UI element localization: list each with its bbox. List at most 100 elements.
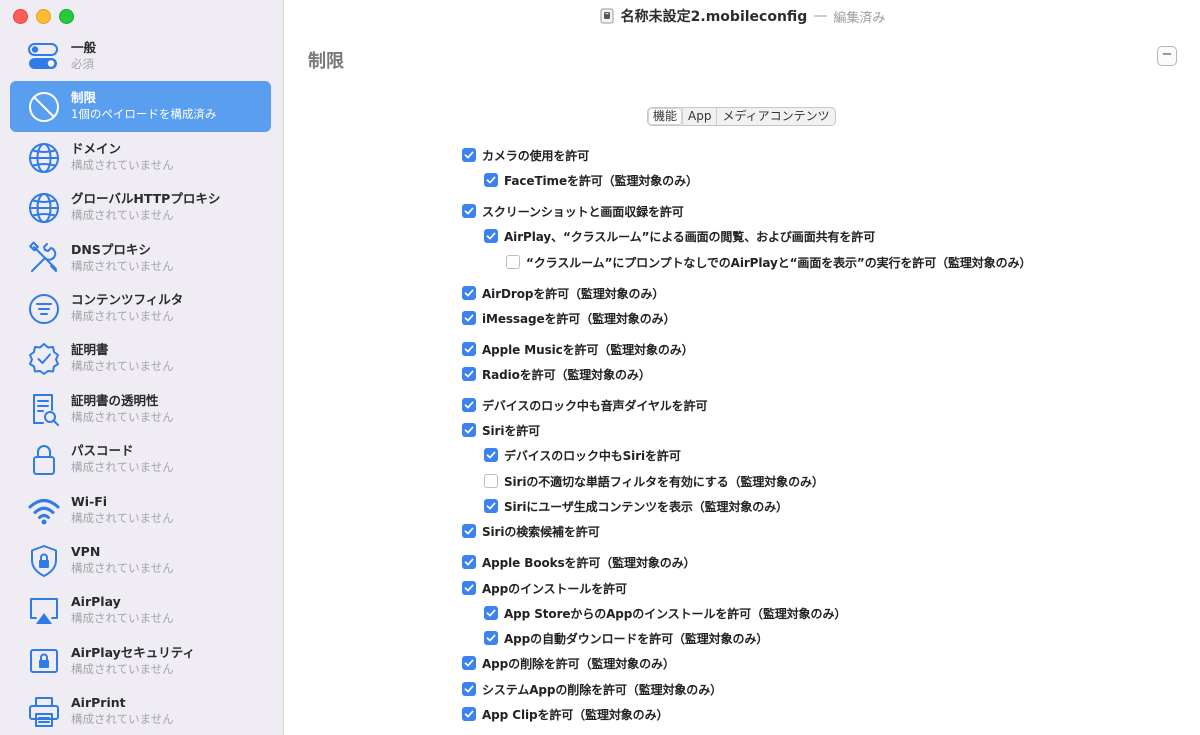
checkbox-checked[interactable] — [484, 173, 498, 187]
restriction-option: “クラスルーム”にプロンプトなしでのAirPlayと“画面を表示”の実行を許可（… — [506, 253, 1031, 271]
restriction-option: Siriの不適切な単語フィルタを有効にする（監理対象のみ） — [484, 472, 824, 490]
close-window-button[interactable] — [13, 9, 28, 24]
checkmark-icon — [486, 176, 496, 184]
remove-payload-button[interactable]: − — [1157, 46, 1177, 66]
no-entry-icon — [26, 89, 62, 125]
checkbox-checked[interactable] — [462, 555, 476, 569]
checkmark-icon — [464, 659, 474, 667]
checkbox-checked[interactable] — [462, 707, 476, 721]
sidebar-item-subtitle: 構成されていません — [71, 611, 174, 626]
checkbox-checked[interactable] — [462, 524, 476, 538]
option-label: Appの自動ダウンロードを許可（監理対象のみ） — [504, 631, 769, 646]
option-label: デバイスのロック中もSiriを許可 — [504, 448, 681, 463]
checkbox-checked[interactable] — [462, 286, 476, 300]
sidebar-item[interactable]: AirPlayセキュリティ 構成されていません — [10, 636, 271, 686]
option-label: Siriにユーザ生成コンテンツを表示（監理対象のみ） — [504, 499, 788, 514]
sidebar-item-subtitle: 構成されていません — [71, 409, 174, 424]
checkbox-checked[interactable] — [462, 204, 476, 218]
checkbox-checked[interactable] — [462, 581, 476, 595]
checkmark-icon — [464, 426, 474, 434]
sidebar: 一般 必須 制限 1個のペイロードを構成済み ドメイン 構成されていません グローバルHTT… — [0, 0, 284, 735]
sidebar-item[interactable]: AirPrint 構成されていません — [10, 686, 271, 735]
tab-media-content[interactable]: メディアコンテンツ — [716, 108, 834, 125]
checkbox-checked[interactable] — [484, 448, 498, 462]
checkbox-checked[interactable] — [462, 398, 476, 412]
sidebar-item[interactable]: 一般 必須 — [10, 31, 271, 81]
document-name: 名称未設定2.mobileconfig — [620, 9, 808, 25]
sidebar-item-title: ドメイン — [71, 140, 122, 156]
sidebar-item[interactable]: 証明書 構成されていません — [10, 333, 271, 383]
sidebar-item-text: 制限 1個のペイロードを構成済み — [71, 90, 267, 122]
minimize-window-button[interactable] — [36, 9, 51, 24]
sidebar-item[interactable]: VPN 構成されていません — [10, 535, 271, 585]
checkmark-icon — [464, 685, 474, 693]
checkbox-checked[interactable] — [462, 423, 476, 437]
title-separator: — — [813, 8, 828, 24]
globe-icon — [26, 140, 62, 176]
tools-icon — [26, 241, 62, 277]
checkbox-checked[interactable] — [484, 229, 498, 243]
checkbox-checked[interactable] — [484, 606, 498, 620]
option-label: Appのインストールを許可 — [482, 581, 627, 596]
sidebar-item[interactable]: パスコード 構成されていません — [10, 434, 271, 484]
checkbox-checked[interactable] — [462, 342, 476, 356]
restriction-option: Appの削除を許可（監理対象のみ） — [462, 654, 675, 672]
sidebar-item-title: AirPlay — [71, 594, 121, 610]
sidebar-item[interactable]: Wi-Fi 構成されていません — [10, 485, 271, 535]
sidebar-item[interactable]: グローバルHTTPプロキシ 構成されていません — [10, 182, 271, 232]
checkbox-checked[interactable] — [462, 311, 476, 325]
sidebar-item-subtitle: 必須 — [71, 57, 94, 71]
sidebar-item-text: 証明書の透明性 構成されていません — [71, 393, 267, 425]
option-label: スクリーンショットと画面収録を許可 — [482, 204, 684, 219]
option-label: FaceTimeを許可（監理対象のみ） — [504, 173, 698, 188]
sidebar-item-subtitle: 1個のペイロードを構成済み — [71, 107, 217, 122]
tab-app[interactable]: App — [682, 108, 716, 125]
sidebar-item-title: 一般 — [71, 40, 97, 55]
sidebar-item[interactable]: 証明書の透明性 構成されていません — [10, 384, 271, 434]
checkbox-checked[interactable] — [462, 148, 476, 162]
checkmark-icon — [464, 401, 474, 409]
option-label: Appの削除を許可（監理対象のみ） — [482, 656, 675, 671]
sidebar-item-title: VPN — [71, 543, 101, 559]
window-controls — [13, 9, 74, 24]
restriction-option: Appのインストールを許可 — [462, 579, 627, 597]
checkbox-checked[interactable] — [462, 656, 476, 670]
checkbox-checked[interactable] — [484, 631, 498, 645]
sidebar-item-subtitle: 構成されていません — [71, 510, 174, 525]
checkbox-unchecked[interactable] — [506, 255, 520, 269]
sidebar-item-text: 証明書 構成されていません — [71, 342, 267, 374]
checkbox-unchecked[interactable] — [484, 474, 498, 488]
sidebar-item[interactable]: ドメイン 構成されていません — [10, 132, 271, 182]
option-label: Siriの検索候補を許可 — [482, 524, 600, 539]
sidebar-item-text: 一般 必須 — [71, 40, 267, 72]
airplay-lock-icon — [26, 644, 62, 680]
checkbox-checked[interactable] — [484, 499, 498, 513]
restriction-option: デバイスのロック中もSiriを許可 — [484, 446, 681, 464]
option-label: App Clipを許可（監理対象のみ） — [482, 707, 669, 722]
sidebar-item[interactable]: 制限 1個のペイロードを構成済み — [10, 81, 271, 132]
restriction-option: App StoreからのAppのインストールを許可（監理対象のみ） — [484, 604, 846, 622]
section-title: 制限 — [308, 51, 344, 72]
restriction-option: Siriの検索候補を許可 — [462, 522, 600, 540]
sidebar-item-subtitle: 構成されていません — [71, 661, 174, 676]
zoom-window-button[interactable] — [59, 9, 74, 24]
restriction-category-tabs: 機能 App メディアコンテンツ — [647, 107, 836, 126]
sidebar-item-text: グローバルHTTPプロキシ 構成されていません — [71, 191, 267, 223]
printer-icon — [26, 694, 62, 730]
checkmark-icon — [486, 232, 496, 240]
sidebar-item-subtitle: 構成されていません — [71, 359, 174, 374]
checkbox-checked[interactable] — [462, 367, 476, 381]
sidebar-item-title: コンテンツフィルタ — [71, 291, 184, 307]
sidebar-item-title: パスコード — [71, 443, 134, 459]
sidebar-item[interactable]: コンテンツフィルタ 構成されていません — [10, 283, 271, 333]
checkbox-checked[interactable] — [462, 682, 476, 696]
config-document-icon — [600, 8, 614, 24]
sidebar-item[interactable]: AirPlay 構成されていません — [10, 585, 271, 635]
restriction-option: AirDropを許可（監理対象のみ） — [462, 284, 664, 302]
sidebar-item-title: DNSプロキシ — [71, 241, 151, 257]
sidebar-item[interactable]: DNSプロキシ 構成されていません — [10, 233, 271, 283]
checkmark-icon — [486, 609, 496, 617]
checkmark-icon — [464, 370, 474, 378]
tab-features[interactable]: 機能 — [648, 108, 683, 125]
checkmark-icon — [464, 584, 474, 592]
